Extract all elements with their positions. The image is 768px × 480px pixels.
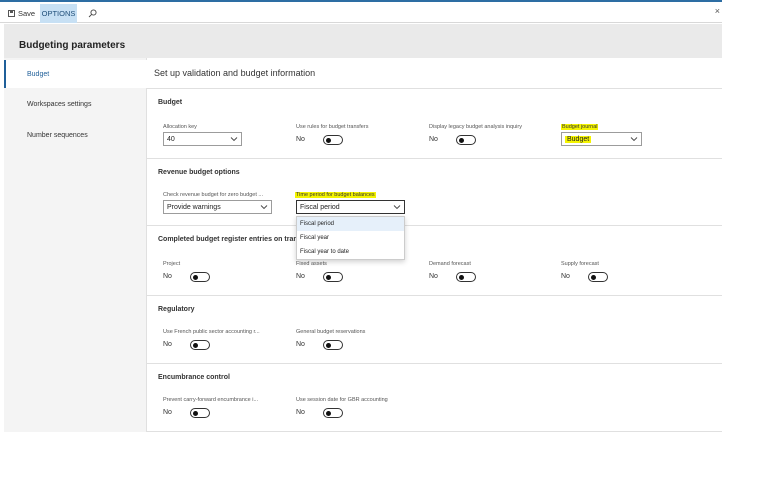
app-window: Save OPTIONS × Budgeting parameters Budg… <box>0 0 722 432</box>
toggle-knob <box>193 274 198 280</box>
project-toggle[interactable] <box>190 272 210 282</box>
supply-forecast-label: Supply forecast <box>561 261 599 267</box>
toggle-knob <box>326 137 331 143</box>
save-icon <box>8 10 15 17</box>
nav-item-budget[interactable]: Budget <box>4 60 147 88</box>
toggle-knob <box>326 274 331 280</box>
toggle-knob <box>193 410 198 416</box>
display-legacy-label: Display legacy budget analysis inquiry <box>429 124 522 130</box>
nav-item-label: Budget <box>27 70 50 78</box>
check-revenue-label: Check revenue budget for zero budget ... <box>163 192 263 198</box>
dropdown-option-fiscal-year-to-date[interactable]: Fiscal year to date <box>297 245 404 259</box>
general-reservations-label: General budget reservations <box>296 329 366 335</box>
supply-forecast-value: No <box>561 273 570 280</box>
nav-item-workspaces-settings[interactable]: Workspaces settings <box>4 90 147 118</box>
time-period-dropdown: Fiscal period Fiscal year Fiscal year to… <box>296 216 405 260</box>
chevron-down-icon <box>260 205 268 210</box>
fixed-assets-label: Fixed assets <box>296 261 327 267</box>
project-label: Project <box>163 261 181 267</box>
content-area: Set up validation and budget information… <box>147 58 722 432</box>
section-encumbrance-control: Encumbrance control Prevent carry-forwar… <box>147 364 722 432</box>
content-title: Set up validation and budget information <box>154 68 316 78</box>
save-button[interactable]: Save <box>8 4 35 23</box>
nav-item-label: Workspaces settings <box>27 100 92 108</box>
chevron-down-icon <box>630 137 638 142</box>
page-title: Budgeting parameters <box>19 40 126 51</box>
save-label: Save <box>18 9 36 18</box>
action-pane: Save OPTIONS × <box>0 0 722 23</box>
section-title: Completed budget register entries on tra… <box>158 236 304 243</box>
display-legacy-value: No <box>429 136 438 143</box>
section-title: Regulatory <box>158 306 195 313</box>
french-accounting-label: Use French public sector accounting r... <box>163 329 260 335</box>
close-icon[interactable]: × <box>715 6 720 16</box>
section-regulatory: Regulatory Use French public sector acco… <box>147 296 722 364</box>
search-button[interactable] <box>84 4 100 23</box>
fixed-assets-value: No <box>296 273 305 280</box>
dropdown-option-fiscal-period[interactable]: Fiscal period <box>297 217 404 231</box>
check-revenue-select[interactable]: Provide warnings <box>163 200 272 214</box>
session-date-toggle[interactable] <box>323 408 343 418</box>
dropdown-option-fiscal-year[interactable]: Fiscal year <box>297 231 404 245</box>
demand-forecast-value: No <box>429 273 438 280</box>
general-reservations-value: No <box>296 341 305 348</box>
general-reservations-toggle[interactable] <box>323 340 343 350</box>
options-tab[interactable]: OPTIONS <box>40 4 77 23</box>
demand-forecast-toggle[interactable] <box>456 272 476 282</box>
allocation-key-label: Allocation key <box>163 124 197 130</box>
supply-forecast-toggle[interactable] <box>588 272 608 282</box>
chevron-down-icon <box>393 205 401 210</box>
demand-forecast-label: Demand forecast <box>429 261 471 267</box>
prevent-carry-forward-value: No <box>163 409 172 416</box>
time-period-label: Time period for budget balances <box>295 192 376 198</box>
project-value: No <box>163 273 172 280</box>
budget-journal-label: Budget journal <box>561 124 599 130</box>
session-date-label: Use session date for GBR accounting <box>296 397 388 403</box>
toggle-knob <box>193 342 198 348</box>
section-title: Revenue budget options <box>158 169 240 176</box>
session-date-value: No <box>296 409 305 416</box>
prevent-carry-forward-label: Prevent carry-forward encumbrance i... <box>163 397 259 403</box>
time-period-value: Fiscal period <box>300 203 340 211</box>
section-completed-budget-register: Completed budget register entries on tra… <box>147 226 722 296</box>
chevron-down-icon <box>230 137 238 142</box>
page-header: Budgeting parameters <box>4 24 722 58</box>
time-period-select[interactable]: Fiscal period <box>296 200 405 214</box>
use-rules-value: No <box>296 136 305 143</box>
toggle-knob <box>591 274 596 280</box>
check-revenue-value: Provide warnings <box>167 203 221 211</box>
budget-journal-select[interactable]: Budget <box>561 132 642 146</box>
toggle-knob <box>459 274 464 280</box>
toggle-knob <box>459 137 464 143</box>
nav-item-number-sequences[interactable]: Number sequences <box>4 121 147 149</box>
use-rules-toggle[interactable] <box>323 135 343 145</box>
left-nav: Budget Workspaces settings Number sequen… <box>4 58 147 432</box>
nav-item-label: Number sequences <box>27 131 88 139</box>
section-revenue-budget-options: Revenue budget options Check revenue bud… <box>147 159 722 226</box>
section-budget: Budget Allocation key 40 Use rules for b… <box>147 89 722 159</box>
french-accounting-value: No <box>163 341 172 348</box>
search-icon <box>88 9 97 18</box>
toggle-knob <box>326 342 331 348</box>
french-accounting-toggle[interactable] <box>190 340 210 350</box>
section-title: Encumbrance control <box>158 374 230 381</box>
budget-journal-value: Budget <box>565 135 592 143</box>
use-rules-label: Use rules for budget transfers <box>296 124 369 130</box>
fixed-assets-toggle[interactable] <box>323 272 343 282</box>
allocation-key-select[interactable]: 40 <box>163 132 242 146</box>
display-legacy-toggle[interactable] <box>456 135 476 145</box>
section-title: Budget <box>158 99 183 106</box>
prevent-carry-forward-toggle[interactable] <box>190 408 210 418</box>
toggle-knob <box>326 410 331 416</box>
